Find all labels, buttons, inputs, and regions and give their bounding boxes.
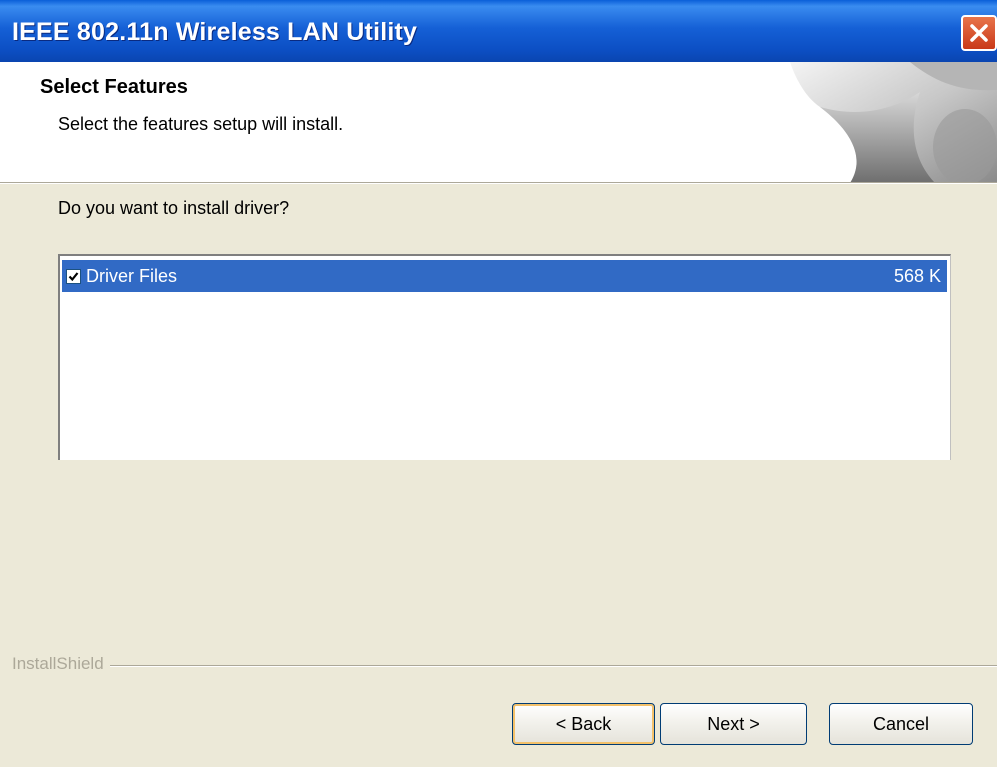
header-panel: Select Features Select the features setu… [0,62,997,183]
close-icon [970,24,988,42]
installshield-separator: InstallShield [0,652,997,674]
cancel-button[interactable]: Cancel [829,703,973,745]
installshield-brand: InstallShield [12,654,110,674]
header-graphic [790,62,997,182]
separator-line [12,665,997,667]
feature-label: Driver Files [86,265,178,286]
next-button[interactable]: Next > [660,703,807,745]
checkmark-icon [68,271,79,281]
window-title: IEEE 802.11n Wireless LAN Utility [12,18,418,46]
back-button[interactable]: < Back [512,703,655,745]
feature-checkbox[interactable] [66,268,81,284]
feature-size: 568 K [893,265,941,286]
page-subtitle: Select the features setup will install. [58,114,344,134]
close-button[interactable] [961,15,997,51]
page-title: Select Features [40,76,188,98]
feature-list[interactable]: Driver Files 568 K [58,254,951,460]
header-divider [0,183,997,184]
install-question: Do you want to install driver? [58,198,290,218]
feature-item-driver-files[interactable]: Driver Files 568 K [62,260,947,292]
title-bar[interactable]: IEEE 802.11n Wireless LAN Utility [0,0,997,62]
